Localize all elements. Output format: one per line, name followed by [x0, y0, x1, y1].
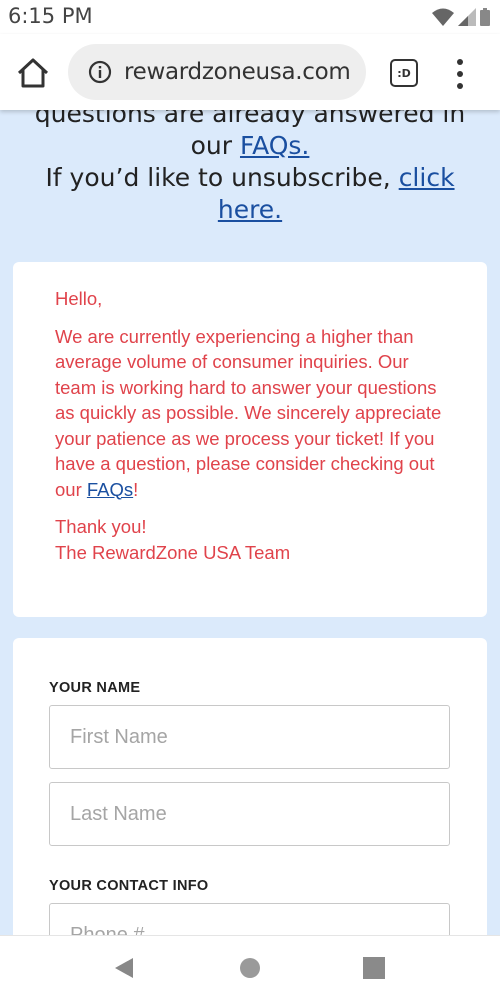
status-icons [432, 8, 490, 26]
header-text: questions are already answered in our FA… [0, 110, 500, 226]
header-line2-prefix: our [190, 131, 240, 160]
url-text[interactable]: rewardzoneusa.com [124, 59, 351, 85]
battery-icon [480, 8, 490, 26]
notice-body-end: ! [133, 478, 139, 500]
header-line3: If you’d like to unsubscribe, click [0, 162, 500, 194]
tabs-button[interactable]: :D [390, 59, 418, 87]
header-line4: here. [0, 194, 500, 226]
last-name-input[interactable] [49, 782, 450, 846]
click-link[interactable]: click [399, 163, 455, 192]
back-icon[interactable] [113, 956, 135, 985]
page-content: questions are already answered in our FA… [0, 110, 500, 935]
notice-body: We are currently experiencing a higher t… [55, 324, 445, 503]
header-line1: questions are already answered in [34, 110, 466, 128]
more-vert-icon[interactable] [448, 56, 472, 92]
your-name-label: YOUR NAME [49, 680, 141, 696]
browser-toolbar: rewardzoneusa.com :D [0, 34, 500, 110]
signal-icon [458, 8, 476, 26]
notice-body-text: We are currently experiencing a higher t… [55, 325, 442, 500]
notice-card: Hello, We are currently experiencing a h… [13, 262, 487, 617]
status-bar: 6:15 PM [0, 0, 500, 34]
info-icon[interactable] [88, 60, 112, 84]
header-line2: our FAQs. [0, 130, 500, 162]
phone-input[interactable] [49, 903, 450, 935]
status-time: 6:15 PM [8, 4, 93, 28]
here-link[interactable]: here. [218, 195, 282, 224]
home-nav-icon[interactable] [240, 958, 260, 978]
contact-info-label: YOUR CONTACT INFO [49, 878, 209, 894]
navigation-bar [0, 935, 500, 1000]
recents-icon[interactable] [363, 957, 385, 979]
contact-form: YOUR NAME YOUR CONTACT INFO [13, 638, 487, 935]
faqs-link[interactable]: FAQs. [240, 131, 309, 160]
notice-signature: The RewardZone USA Team [55, 541, 291, 563]
notice-greeting: Hello, [55, 288, 103, 309]
wifi-icon [432, 8, 454, 26]
notice-faqs-link[interactable]: FAQs [87, 479, 133, 500]
unsubscribe-text: If you’d like to unsubscribe, [45, 163, 399, 192]
url-bar[interactable]: rewardzoneusa.com [68, 44, 366, 100]
home-icon[interactable] [14, 54, 52, 92]
notice-thanks: Thank you! [55, 516, 147, 537]
first-name-input[interactable] [49, 705, 450, 769]
